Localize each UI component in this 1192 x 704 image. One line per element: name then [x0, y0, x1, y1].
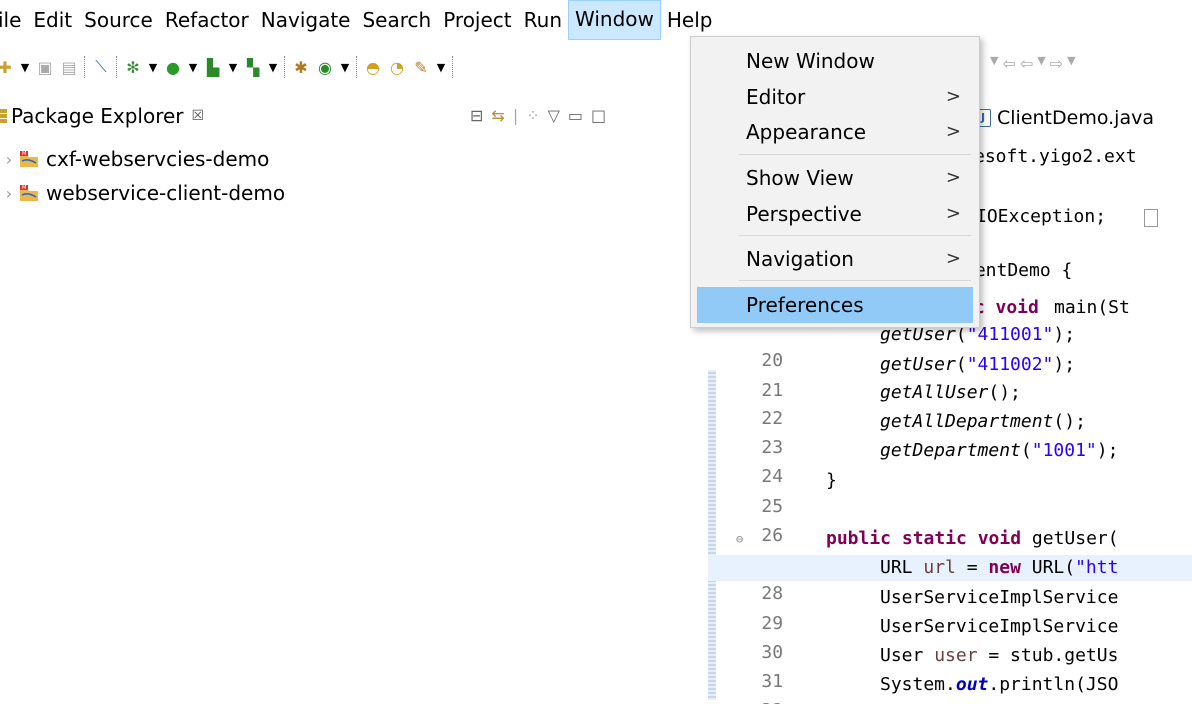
tree-item[interactable]: › M cxf-webservcies-demo: [0, 142, 285, 176]
code-line-current: 28 URL url = new URL("htt: [708, 555, 1192, 604]
new-icon[interactable]: ✚: [0, 56, 16, 78]
menu-separator: [739, 154, 971, 155]
new-java-class-dropdown-arrow-icon[interactable]: ▼: [338, 56, 352, 78]
editor-tab[interactable]: J ClientDemo.java: [975, 100, 1192, 136]
toolbar-separator: [82, 56, 88, 78]
history-nav-group: ▼ ⇦ ⇦ ▼ ⇨ ▼: [990, 54, 1076, 73]
package-explorer-title: Package Explorer: [11, 104, 184, 128]
submenu-arrow-icon: >: [945, 203, 961, 224]
menu-run[interactable]: Run: [518, 1, 568, 39]
focus-on-task-icon[interactable]: ⁘: [526, 106, 539, 125]
new-dropdown-arrow-icon[interactable]: ▼: [18, 56, 32, 78]
code-line: 32 System.out.println(JSO: [761, 674, 1119, 704]
save-icon[interactable]: ▣: [34, 56, 56, 78]
submenu-arrow-icon: >: [945, 121, 961, 142]
package-explorer-icon: [0, 109, 7, 123]
save-all-icon[interactable]: ▤: [58, 56, 80, 78]
toolbar-separator: [450, 56, 456, 78]
menu-item-preferences[interactable]: Preferences: [697, 287, 973, 323]
code-line: 22 getAllUser();: [761, 382, 1021, 429]
editor-tab-title: ClientDemo.java: [997, 107, 1154, 129]
submenu-arrow-icon: >: [945, 167, 961, 188]
expand-arrow-icon[interactable]: ›: [0, 150, 18, 169]
toolbar-separator: [282, 56, 288, 78]
menu-edit[interactable]: Edit: [27, 1, 78, 39]
code-line: 24 getDepartment("1001");: [761, 440, 1119, 487]
menu-help[interactable]: Help: [661, 1, 719, 39]
submenu-arrow-icon: >: [945, 86, 961, 107]
menu-navigate[interactable]: Navigate: [255, 1, 357, 39]
forward-dropdown-arrow-icon[interactable]: ▼: [1067, 54, 1075, 73]
debug-dropdown-arrow-icon[interactable]: ▼: [146, 56, 160, 78]
menu-item-new-window[interactable]: New Window: [691, 43, 979, 79]
toolbar-separator: [354, 56, 360, 78]
menu-item-appearance[interactable]: Appearance >: [691, 114, 979, 150]
menu-item-editor[interactable]: Editor >: [691, 79, 979, 115]
back-dropdown-arrow-icon[interactable]: ▼: [1037, 54, 1045, 73]
menu-bar: ile Edit Source Refactor Navigate Search…: [0, 0, 1192, 40]
forward-icon[interactable]: ⇨: [1050, 54, 1063, 73]
run-server-icon[interactable]: ▙: [202, 56, 224, 78]
code-line: 25 }: [761, 470, 837, 517]
menu-separator: [739, 280, 971, 281]
minimize-icon[interactable]: ▭: [568, 106, 583, 125]
menu-window[interactable]: Window: [568, 0, 661, 40]
code-line: 26: [761, 525, 784, 546]
external-tools-dropdown-arrow-icon[interactable]: ▼: [266, 56, 280, 78]
collapse-all-icon[interactable]: ⊟: [470, 106, 483, 125]
menu-file[interactable]: ile: [0, 1, 27, 39]
project-tree: › M cxf-webservcies-demo › M webservice-…: [0, 142, 285, 210]
menu-source[interactable]: Source: [78, 1, 159, 39]
main-toolbar: ✚ ▼ ▣ ▤ ⟍ ✻ ▼ ● ▼ ▙ ▼ ▚ ▼ ✱ ◉ ▼ ◓ ◔ ✎ ▼ …: [0, 44, 1192, 90]
run-icon[interactable]: ●: [162, 56, 184, 78]
submenu-arrow-icon: >: [945, 248, 961, 269]
tree-item-label: webservice-client-demo: [46, 181, 286, 205]
dropdown-arrow-icon[interactable]: ▼: [990, 54, 998, 73]
maven-project-icon: M: [20, 185, 38, 201]
debug-icon[interactable]: ✻: [122, 56, 144, 78]
maximize-icon[interactable]: □: [591, 106, 606, 125]
run-dropdown-arrow-icon[interactable]: ▼: [186, 56, 200, 78]
code-line: 23 getAllDepartment();: [761, 411, 1086, 458]
menu-separator: [739, 235, 971, 236]
open-type-icon[interactable]: ◓: [362, 56, 384, 78]
menu-project[interactable]: Project: [437, 1, 517, 39]
window-menu-dropdown: New Window Editor > Appearance > Show Vi…: [690, 36, 980, 328]
folded-imports-icon[interactable]: [1144, 209, 1158, 227]
svg-text:M: M: [22, 151, 26, 157]
svg-text:M: M: [22, 185, 26, 191]
close-view-icon[interactable]: ☒: [192, 108, 205, 124]
toolbar-separator: |: [512, 105, 519, 125]
last-edit-location-icon[interactable]: ⇦: [1002, 54, 1015, 73]
search-dropdown-arrow-icon[interactable]: ▼: [434, 56, 448, 78]
menu-item-show-view[interactable]: Show View >: [691, 160, 979, 196]
skip-breakpoints-icon[interactable]: ⟍: [90, 56, 112, 78]
menu-item-perspective[interactable]: Perspective >: [691, 196, 979, 232]
package-explorer-tab[interactable]: Package Explorer ☒: [0, 96, 250, 138]
back-icon[interactable]: ⇦: [1020, 54, 1033, 73]
menu-refactor[interactable]: Refactor: [159, 1, 255, 39]
tree-item-label: cxf-webservcies-demo: [46, 147, 270, 171]
external-tools-icon[interactable]: ▚: [242, 56, 264, 78]
toolbar-separator: [114, 56, 120, 78]
menu-item-navigation[interactable]: Navigation >: [691, 241, 979, 277]
menu-search[interactable]: Search: [356, 1, 437, 39]
expand-arrow-icon[interactable]: ›: [0, 184, 18, 203]
code-line: 21 getUser("411002");: [761, 354, 1076, 401]
code-line: 29 UserServiceImplService: [761, 587, 1119, 634]
code-line: 30 UserServiceImplService: [761, 616, 1119, 663]
fold-toggle-icon[interactable]: ⊖: [736, 526, 743, 552]
tree-item[interactable]: › M webservice-client-demo: [0, 176, 285, 210]
run-server-dropdown-arrow-icon[interactable]: ▼: [226, 56, 240, 78]
open-folder-icon[interactable]: ◔: [386, 56, 408, 78]
new-java-class-icon[interactable]: ◉: [314, 56, 336, 78]
link-with-editor-icon[interactable]: ⇆: [491, 106, 504, 125]
search-pencil-icon[interactable]: ✎: [410, 56, 432, 78]
view-menu-icon[interactable]: ▽: [548, 106, 560, 125]
package-explorer-toolbar: ⊟ ⇆ | ⁘ ▽ ▭ □: [470, 100, 690, 130]
maven-project-icon: M: [20, 151, 38, 167]
code-line: 31 User user = stub.getUs: [761, 645, 1119, 692]
code-line: 27⊖ public static void getUser(: [708, 526, 1192, 575]
new-java-package-icon[interactable]: ✱: [290, 56, 312, 78]
